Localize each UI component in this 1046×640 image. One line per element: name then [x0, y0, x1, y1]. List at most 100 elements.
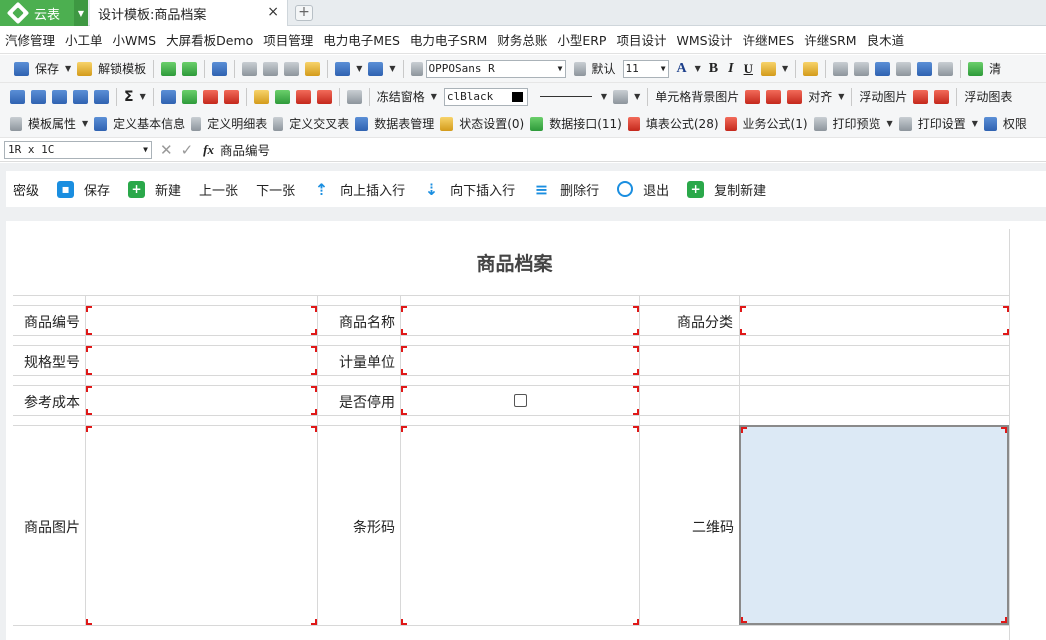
underline-button[interactable]: U: [744, 61, 753, 77]
permissions-button[interactable]: 权限: [1000, 115, 1030, 132]
menu-item[interactable]: 项目设计: [611, 30, 671, 49]
align-right-icon[interactable]: [875, 61, 891, 76]
table-delete-icon[interactable]: [202, 89, 218, 104]
disabled-checkbox[interactable]: [514, 394, 527, 407]
insert-row-below-button[interactable]: ⇣ 向下插入行: [423, 180, 515, 199]
delete-column-icon[interactable]: [73, 89, 88, 104]
redo-icon[interactable]: [368, 61, 384, 76]
fill-formula-button[interactable]: 填表公式(28): [643, 115, 722, 132]
menu-item[interactable]: 大屏看板Demo: [161, 30, 258, 49]
move-down-icon[interactable]: [274, 89, 290, 104]
exit-design-icon[interactable]: [212, 61, 228, 76]
barcode-icon[interactable]: [896, 61, 912, 76]
previous-button[interactable]: 上一张: [199, 180, 238, 199]
data-table-management-button[interactable]: 数据表管理: [371, 115, 437, 132]
float-image-remove-icon[interactable]: [934, 89, 950, 104]
menu-item[interactable]: 小工单: [60, 30, 108, 49]
status-settings-button[interactable]: 状态设置(0): [456, 115, 527, 132]
chevron-down-icon[interactable]: ▼: [82, 119, 88, 128]
chevron-down-icon[interactable]: ▼: [601, 92, 607, 101]
menu-item[interactable]: 项目管理: [258, 30, 318, 49]
chevron-down-icon[interactable]: ▼: [140, 92, 146, 101]
merge-cells-icon[interactable]: [94, 89, 109, 104]
menu-item[interactable]: 小型ERP: [552, 30, 611, 49]
float-image-button[interactable]: 浮动图片: [856, 88, 910, 105]
business-formula-button[interactable]: 业务公式(1): [740, 115, 811, 132]
image-remove-icon[interactable]: [766, 89, 782, 104]
clear-button[interactable]: 清: [986, 60, 1004, 77]
chevron-down-icon[interactable]: ▼: [356, 64, 362, 73]
copy-icon[interactable]: [263, 61, 279, 76]
menu-item[interactable]: 许继MES: [738, 30, 800, 49]
menu-item[interactable]: WMS设计: [671, 30, 737, 49]
function-icon[interactable]: fx: [203, 142, 214, 158]
float-image-add-icon[interactable]: [913, 89, 929, 104]
exit-button[interactable]: 退出: [617, 180, 669, 199]
reference-cost-field[interactable]: [86, 386, 317, 415]
chevron-down-icon[interactable]: ▼: [65, 64, 71, 73]
chevron-down-icon[interactable]: ▼: [838, 92, 844, 101]
align-center-icon[interactable]: [854, 61, 870, 76]
export-icon[interactable]: [161, 61, 177, 76]
import-icon[interactable]: [182, 61, 198, 76]
menu-item[interactable]: 许继SRM: [799, 30, 861, 49]
qrcode-field[interactable]: [739, 425, 1009, 625]
paste-icon[interactable]: [284, 61, 300, 76]
percent-format-icon[interactable]: [346, 89, 362, 104]
tab-design-template[interactable]: 设计模板:商品档案 ×: [90, 0, 288, 26]
freeze-panes-button[interactable]: 冻结窗格: [374, 88, 428, 105]
align-button[interactable]: 对齐: [805, 88, 835, 105]
cancel-icon[interactable]: ✕: [160, 141, 173, 159]
print-settings-button[interactable]: 打印设置: [915, 115, 969, 132]
formula-input[interactable]: 商品编号: [220, 140, 270, 159]
delete-row-icon[interactable]: [52, 89, 67, 104]
font-size-select[interactable]: 11 ▼: [622, 59, 669, 78]
refresh-icon[interactable]: [968, 61, 984, 76]
bold-button[interactable]: B: [709, 61, 718, 77]
product-image-field[interactable]: [86, 426, 317, 625]
table-add-icon[interactable]: [181, 89, 197, 104]
sum-button[interactable]: Σ: [121, 89, 137, 105]
data-interface-button[interactable]: 数据接口(11): [546, 115, 625, 132]
chevron-down-icon[interactable]: ▼: [634, 92, 640, 101]
format-painter-icon[interactable]: [305, 61, 321, 76]
default-style-button[interactable]: 默认: [589, 60, 619, 77]
menu-item[interactable]: 电力电子SRM: [405, 30, 492, 49]
insert-column-icon[interactable]: [31, 89, 46, 104]
move-up-icon[interactable]: [253, 89, 269, 104]
product-name-field[interactable]: [401, 306, 639, 335]
font-name-select[interactable]: OPPOSans R ▼: [425, 59, 566, 78]
chevron-down-icon[interactable]: ▼: [695, 64, 701, 73]
barcode-field[interactable]: [401, 426, 639, 625]
image-frame-icon[interactable]: [787, 89, 803, 104]
toolbar-save-button[interactable]: 保存: [32, 60, 62, 77]
define-basic-info-button[interactable]: 定义基本信息: [110, 115, 188, 132]
line-style-sample[interactable]: [539, 96, 592, 97]
font-color-button[interactable]: A: [677, 61, 687, 77]
print-preview-button[interactable]: 打印预览: [830, 115, 884, 132]
undo-icon[interactable]: [335, 61, 351, 76]
align-left-icon[interactable]: [833, 61, 849, 76]
table-clear-icon[interactable]: [223, 89, 239, 104]
save-button[interactable]: ▪ 保存: [57, 180, 110, 199]
border-icon[interactable]: [613, 89, 629, 104]
menu-item[interactable]: 财务总账: [492, 30, 552, 49]
chevron-down-icon[interactable]: ▼: [389, 64, 395, 73]
menu-item[interactable]: 小WMS: [108, 30, 162, 49]
save-icon[interactable]: [14, 61, 29, 76]
define-detail-table-button[interactable]: 定义明细表: [204, 115, 270, 132]
chevron-down-icon[interactable]: ▼: [887, 119, 893, 128]
chevron-down-icon[interactable]: ▼: [431, 92, 437, 101]
close-tab-icon[interactable]: ×: [267, 4, 279, 20]
next-button[interactable]: 下一张: [256, 180, 295, 199]
insert-row-above-button[interactable]: ⇡ 向上插入行: [313, 180, 405, 199]
security-level-button[interactable]: 密级: [13, 180, 39, 199]
float-chart-button[interactable]: 浮动图表: [961, 88, 1015, 105]
menu-item[interactable]: 汽修管理: [0, 30, 60, 49]
app-menu-button[interactable]: 云表 ▼: [0, 0, 88, 26]
define-cross-table-button[interactable]: 定义交叉表: [286, 115, 352, 132]
copy-new-button[interactable]: + 复制新建: [687, 180, 766, 199]
new-button[interactable]: + 新建: [128, 180, 181, 199]
fill-color-icon[interactable]: [760, 61, 776, 76]
menu-item[interactable]: 良木道: [862, 30, 910, 49]
